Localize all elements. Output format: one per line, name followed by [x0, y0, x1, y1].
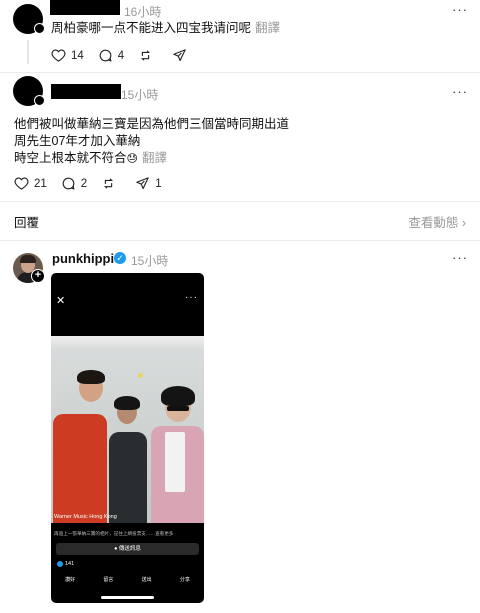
comment-line-last: 時空上根本就不符合😓 翻譯 — [14, 150, 167, 168]
redacted-username — [51, 84, 121, 99]
divider — [0, 201, 480, 202]
post-username[interactable]: punkhippie — [52, 251, 121, 266]
avatar-badge — [34, 23, 45, 34]
comment-line: 周先生07年才加入華納 — [14, 134, 141, 148]
more-icon[interactable]: ··· — [452, 250, 468, 265]
home-indicator — [101, 596, 154, 599]
repost-icon — [141, 50, 151, 61]
fb-action: 留言 — [103, 577, 114, 583]
reply-count: 2 — [80, 177, 88, 190]
more-icon: ··· — [185, 292, 198, 303]
likes-row: 141 — [57, 561, 74, 567]
comment-line: 他們被叫做華納三寶是因為他們三個當時同期出道 — [14, 117, 290, 131]
comment-time: 15小時 — [121, 88, 159, 102]
like-button[interactable]: 14 — [51, 48, 84, 63]
like-count: 21 — [34, 177, 47, 190]
divider — [0, 72, 480, 73]
close-icon: ✕ — [56, 295, 66, 307]
repost-icon — [104, 178, 114, 189]
post-time: 15小時 — [131, 254, 169, 268]
repost-button[interactable] — [138, 48, 158, 63]
translate-link[interactable]: 翻譯 — [142, 151, 167, 165]
like-reaction-icon — [57, 561, 63, 567]
comment-text: 周柏豪哪一点不能进入四宝我请问呢 翻譯 — [51, 20, 280, 37]
photo — [51, 336, 204, 523]
comment-line: 時空上根本就不符合 — [14, 151, 127, 165]
follow-plus-icon[interactable]: + — [31, 269, 45, 283]
replies-tab[interactable]: 回覆 — [14, 212, 39, 231]
more-icon[interactable]: ··· — [452, 84, 468, 99]
caption-sub: 再過上一張華納三寶的相片，記住上網投票支……查看更多 — [54, 531, 174, 536]
send-icon — [136, 177, 149, 190]
comment-actions: 21 2 1 — [14, 176, 176, 191]
share-count: 1 — [155, 177, 162, 190]
more-icon[interactable]: ··· — [452, 2, 468, 17]
comment-body: 周柏豪哪一点不能进入四宝我请问呢 — [51, 21, 252, 35]
fb-action: 送出 — [141, 577, 152, 583]
send-message-button: ● 傳送訊息 — [56, 543, 199, 555]
reply-count: 4 — [117, 49, 125, 62]
divider — [0, 240, 480, 241]
sweat-emoji: 😓 — [126, 153, 138, 165]
likes-count: 141 — [65, 561, 75, 567]
fb-action: 讚好 — [65, 577, 76, 583]
fb-actions: 讚好 留言 送出 分享 — [51, 576, 204, 583]
comment-time: 16小時 — [124, 5, 162, 19]
thread-line — [27, 40, 29, 64]
reply-button[interactable]: 4 — [98, 48, 124, 63]
messenger-icon: ● — [114, 546, 118, 552]
send-message-label: 傳送訊息 — [118, 546, 141, 552]
avatar-badge — [34, 95, 45, 106]
translate-link[interactable]: 翻譯 — [255, 21, 280, 35]
share-button[interactable] — [172, 48, 192, 63]
heart-icon — [14, 177, 29, 190]
comment-actions: 14 4 — [51, 48, 206, 63]
repost-button[interactable] — [101, 176, 121, 191]
view-activity-label: 查看動態 — [408, 216, 459, 230]
comment-icon — [62, 177, 75, 190]
post-image[interactable]: ✕ ··· Warner Music Hong Kong 再過上一張華納三寶的相… — [51, 273, 204, 603]
comment-icon — [99, 49, 112, 62]
fb-action: 分享 — [179, 577, 190, 583]
caption-title: Warner Music Hong Kong — [54, 514, 117, 520]
like-button[interactable]: 21 — [14, 176, 47, 191]
chevron-right-icon: › — [461, 216, 466, 230]
heart-icon — [51, 49, 66, 62]
send-icon — [173, 49, 186, 62]
share-button[interactable]: 1 — [135, 176, 162, 191]
view-activity-link[interactable]: 查看動態 › — [408, 212, 466, 231]
reply-button[interactable]: 2 — [61, 176, 87, 191]
verified-icon: ✓ — [114, 252, 126, 264]
redacted-username — [50, 0, 120, 15]
like-count: 14 — [71, 49, 84, 62]
